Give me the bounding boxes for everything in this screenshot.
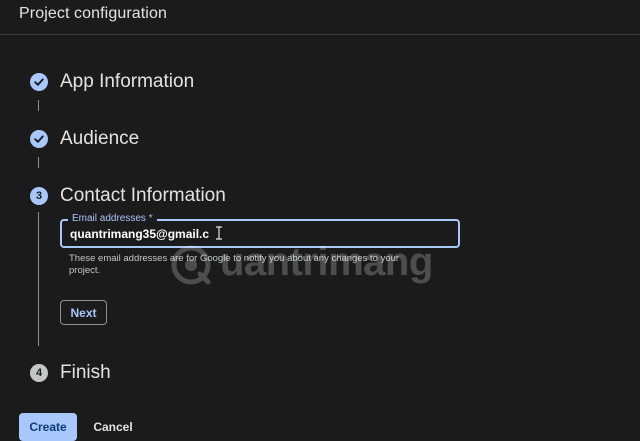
cancel-button[interactable]: Cancel (86, 413, 140, 441)
email-input[interactable] (70, 225, 440, 243)
step-connector (38, 212, 39, 346)
step-label: Audience (60, 128, 140, 149)
email-addresses-field[interactable]: Email addresses * (60, 213, 460, 248)
step-number-badge: 3 (30, 187, 48, 205)
email-addresses-label: Email addresses * (68, 213, 157, 225)
step-label: App Information (60, 71, 195, 92)
check-icon (30, 130, 48, 148)
next-button[interactable]: Next (60, 300, 107, 325)
step-connector (38, 157, 39, 168)
page-header: Project configuration (0, 0, 640, 35)
create-button[interactable]: Create (19, 413, 77, 441)
email-hint-text: These email addresses are for Google to … (69, 253, 400, 276)
step-finish[interactable]: 4 Finish (30, 359, 610, 389)
step-contact-information[interactable]: 3 Contact Information (30, 182, 610, 212)
step-app-information[interactable]: App Information (30, 68, 610, 98)
step-label: Finish (60, 362, 111, 383)
project-configuration-page: Project configuration App Information Au… (0, 0, 640, 441)
check-icon (30, 73, 48, 91)
step-audience[interactable]: Audience (30, 125, 610, 155)
step-number-badge: 4 (30, 364, 48, 382)
text-cursor-icon (216, 226, 222, 240)
step-label: Contact Information (60, 185, 226, 206)
step-connector (38, 100, 39, 111)
page-title: Project configuration (19, 5, 167, 22)
